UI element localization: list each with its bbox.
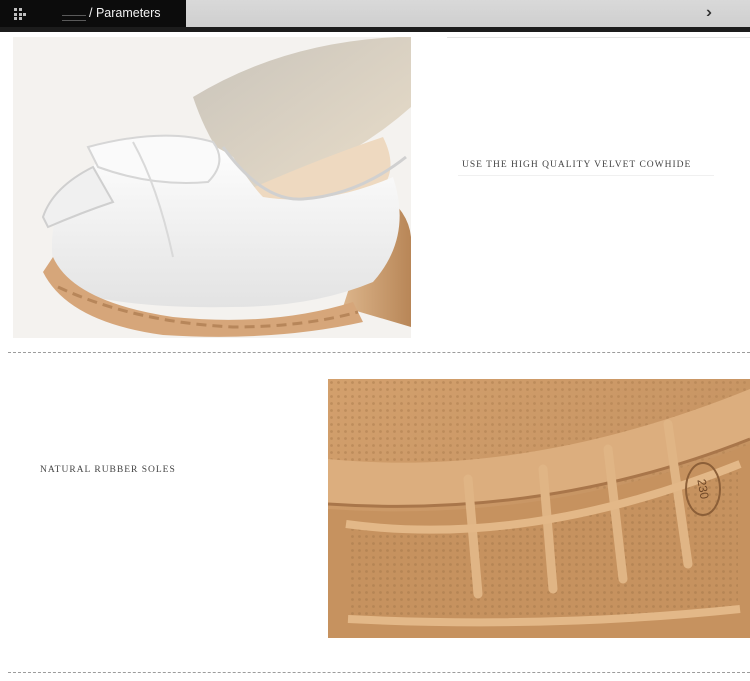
feature-caption-cowhide: USE THE HIGH QUALITY VELVET COWHIDE [462,160,692,170]
header-title: / Parameters [89,6,161,20]
chevron-right-triple-icon[interactable]: ››› [706,4,732,22]
shoe-toe-photo [13,37,411,338]
feature-caption-rubber-soles: NATURAL RUBBER SOLES [40,465,176,475]
section-divider [8,352,750,353]
rubber-sole-photo: 230 [328,379,750,638]
header-bar: / Parameters ››› [0,0,750,27]
header-rule [0,27,750,32]
section-divider-bottom [8,672,750,673]
grid-icon [14,8,26,20]
divider-top-right [447,37,750,38]
bar-icon [62,15,86,21]
divider-caption [458,175,714,176]
header-tab: / Parameters [0,0,186,27]
